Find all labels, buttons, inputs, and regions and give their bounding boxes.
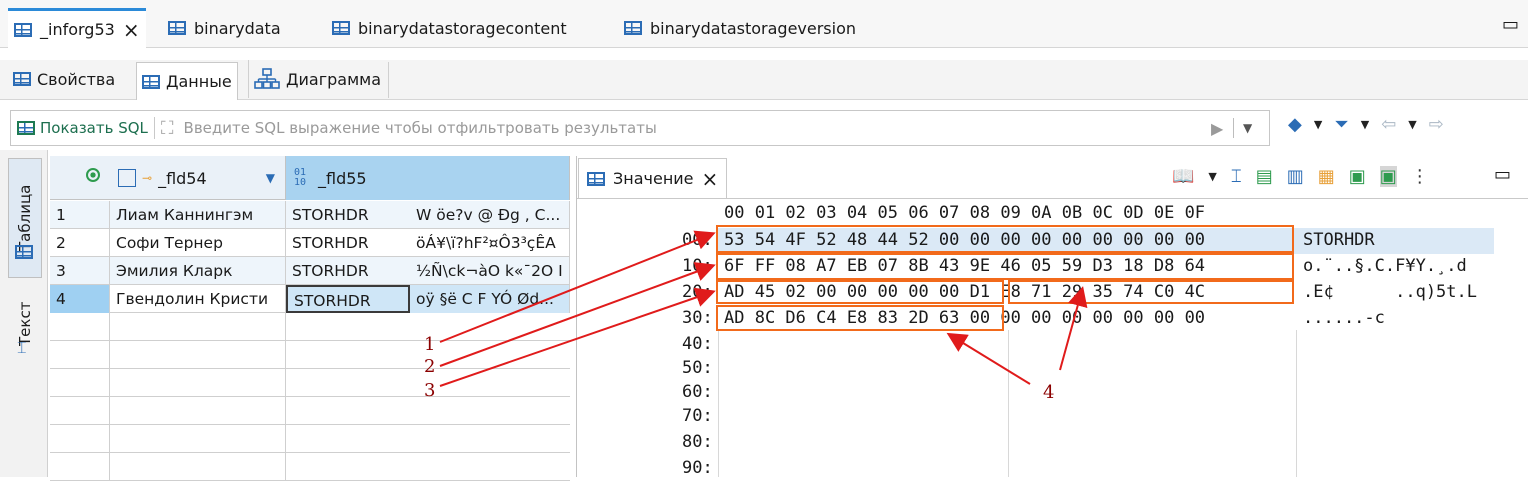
annotation-arrows [439,230,1088,387]
annotation-label: 2 [424,356,436,377]
annotation-label: 3 [424,380,436,401]
annotation-label: 1 [424,334,436,355]
annotation-label: 4 [1043,382,1055,403]
